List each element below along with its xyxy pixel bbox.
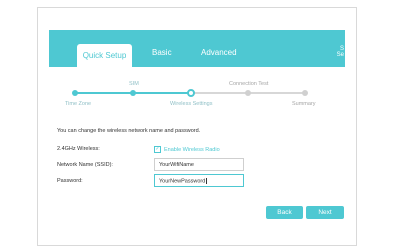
step-label-summary: Summary xyxy=(292,101,316,107)
tab-advanced[interactable]: Advanced xyxy=(201,48,237,57)
step-label-connection-test: Connection Test xyxy=(229,81,269,87)
tab-quick-setup[interactable]: Quick Setup xyxy=(77,44,132,67)
intro-text: You can change the wireless network name… xyxy=(57,128,201,134)
next-button[interactable]: Next xyxy=(306,206,344,219)
step-label-wireless-settings: Wireless Settings xyxy=(170,101,213,107)
tab-basic[interactable]: Basic xyxy=(152,48,172,57)
ssid-input[interactable]: YourWifiName xyxy=(154,158,244,171)
enable-wireless-radio-label: Enable Wireless Radio xyxy=(164,146,220,153)
band-label: 2.4GHz Wireless: xyxy=(57,146,100,152)
ssid-label: Network Name (SSID): xyxy=(57,162,113,168)
step-label-time-zone: Time Zone xyxy=(65,101,92,107)
top-nav-bar: Quick Setup Basic Advanced S Se xyxy=(49,30,345,67)
step-dot-summary xyxy=(302,90,308,96)
password-label: Password: xyxy=(57,178,83,184)
enable-wireless-radio-checkbox[interactable]: ✓ Enable Wireless Radio xyxy=(154,146,220,153)
header-edge-line-2: Se xyxy=(336,52,344,58)
header-edge-text: S Se xyxy=(337,46,344,58)
text-caret xyxy=(206,178,208,184)
setup-progress-track xyxy=(72,89,308,97)
step-dot-sim xyxy=(130,90,136,96)
ssid-input-value: YourWifiName xyxy=(159,162,194,168)
step-dot-time-zone xyxy=(72,90,78,96)
password-input[interactable]: YourNewPassword xyxy=(154,174,244,187)
checkbox-checked-icon: ✓ xyxy=(154,146,161,153)
step-dot-connection-test xyxy=(245,90,251,96)
step-dot-wireless-settings xyxy=(187,89,195,97)
step-label-sim: SIM xyxy=(129,81,139,87)
password-input-value: YourNewPassword xyxy=(159,178,206,185)
back-button[interactable]: Back xyxy=(266,206,303,219)
